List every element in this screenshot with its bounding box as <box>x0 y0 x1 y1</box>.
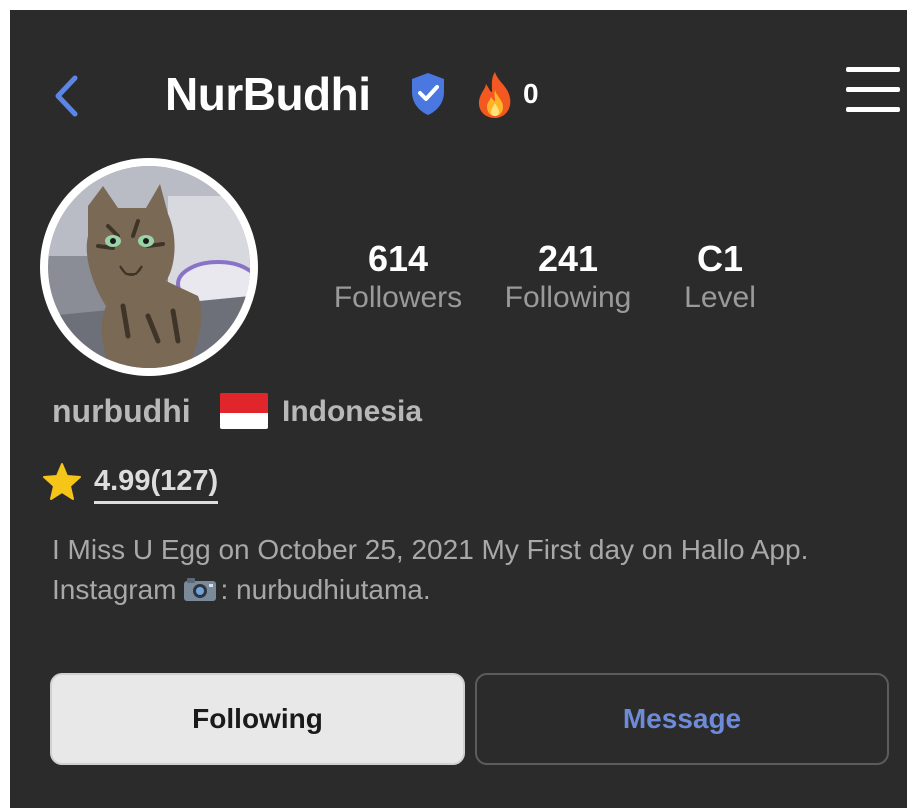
following-count: 241 <box>537 238 599 279</box>
camera-icon <box>183 573 217 601</box>
bio-instagram-handle: : nurbudhiutama. <box>220 574 431 605</box>
fire-icon <box>474 70 516 120</box>
avatar-image <box>48 166 250 368</box>
profile-screen: NurBudhi 0 614 Followers 241 Following C… <box>10 10 907 808</box>
star-icon <box>42 462 82 502</box>
menu-line <box>846 87 900 92</box>
followers-label: Followers <box>333 281 463 314</box>
menu-button[interactable] <box>844 62 902 120</box>
menu-line <box>846 107 900 112</box>
bio-line-1: I Miss U Egg on October 25, 2021 My Firs… <box>52 534 809 565</box>
indonesia-flag-icon <box>220 393 268 429</box>
bio-line-2: Instagram : nurbudhiutama. <box>52 570 902 610</box>
hamburger-menu-icon <box>846 67 900 72</box>
back-button[interactable] <box>48 70 88 122</box>
following-button[interactable]: Following <box>50 673 465 765</box>
chevron-left-icon <box>55 75 78 117</box>
following-stat[interactable]: 241 Following <box>500 238 636 316</box>
bio-instagram-label: Instagram <box>52 574 177 605</box>
level-label: Level <box>684 281 756 314</box>
followers-stat[interactable]: 614 Followers <box>330 238 466 316</box>
rating-link[interactable]: 4.99(127) <box>94 463 219 504</box>
followers-count: 614 <box>367 238 429 279</box>
page-title: NurBudhi <box>165 68 371 120</box>
streak-count: 0 <box>523 78 539 109</box>
verified-shield-icon <box>408 70 448 118</box>
level-value: C1 <box>696 238 744 279</box>
avatar[interactable] <box>40 158 258 376</box>
message-button[interactable]: Message <box>475 673 889 765</box>
level-stat: C1 Level <box>678 238 762 316</box>
username: nurbudhi <box>52 393 191 429</box>
country-name: Indonesia <box>282 395 423 428</box>
bio: I Miss U Egg on October 25, 2021 My Firs… <box>52 530 902 610</box>
following-label: Following <box>504 281 632 314</box>
